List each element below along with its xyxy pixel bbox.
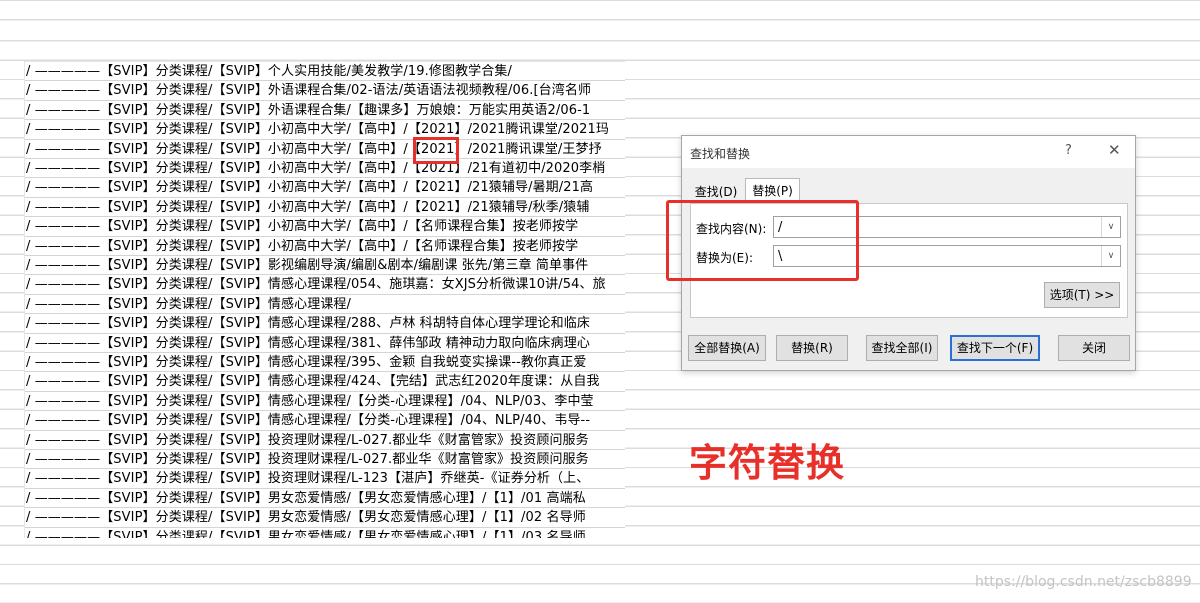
sheet-row[interactable]: / —————【SVIP】分类课程/【SVIP】情感心理课程/288、卢林 科胡… xyxy=(25,314,625,334)
help-icon[interactable]: ? xyxy=(1065,143,1072,158)
sheet-row[interactable]: / —————【SVIP】分类课程/【SVIP】小初高中大学/【高中】/【202… xyxy=(25,120,625,140)
find-next-button[interactable]: 查找下一个(F) xyxy=(950,335,1040,361)
sheet-row[interactable]: / —————【SVIP】分类课程/【SVIP】男女恋爱情感/【男女恋爱情感心理… xyxy=(25,489,625,509)
close-icon[interactable]: ✕ xyxy=(1108,141,1121,159)
sheet-row[interactable]: / —————【SVIP】分类课程/【SVIP】情感心理课程/424、【完结】武… xyxy=(25,372,625,392)
sheet-row[interactable]: / —————【SVIP】分类课程/【SVIP】投资理财课程/L-027.都业华… xyxy=(25,431,625,450)
dialog-title: 查找和替换 xyxy=(690,147,751,161)
sheet-row[interactable]: / —————【SVIP】分类课程/【SVIP】小初高中大学/【高中】/【202… xyxy=(25,198,625,218)
tab-find[interactable]: 查找(D) xyxy=(690,181,742,203)
sheet-row[interactable]: / —————【SVIP】分类课程/【SVIP】小初高中大学/【高中】/【名师课… xyxy=(25,237,625,256)
chevron-down-icon[interactable]: ∨ xyxy=(1101,217,1120,237)
sheet-row[interactable]: / —————【SVIP】分类课程/【SVIP】小初高中大学/【高中】/【202… xyxy=(25,140,625,159)
sheet-row[interactable]: / —————【SVIP】分类课程/【SVIP】情感心理课程/【分类-心理课程】… xyxy=(25,392,625,412)
sheet-row[interactable]: / —————【SVIP】分类课程/【SVIP】男女恋爱情感/【男女恋爱情感心理… xyxy=(25,528,625,538)
sheet-row[interactable]: / —————【SVIP】分类课程/【SVIP】外语课程合集/02-语法/英语语… xyxy=(25,81,625,101)
sheet-row[interactable]: / —————【SVIP】分类课程/【SVIP】情感心理课程/ xyxy=(25,295,625,315)
replace-input[interactable] xyxy=(774,246,1106,266)
spreadsheet[interactable]: / —————【SVIP】分类课程/【SVIP】个人实用技能/美发教学/19.修… xyxy=(24,61,625,538)
replace-all-button[interactable]: 全部替换(A) xyxy=(688,335,766,361)
replace-combobox[interactable]: ∨ xyxy=(773,245,1121,267)
sheet-row[interactable]: / —————【SVIP】分类课程/【SVIP】小初高中大学/【高中】/【202… xyxy=(25,159,625,179)
find-input[interactable] xyxy=(774,217,1106,237)
find-combobox[interactable]: ∨ xyxy=(773,216,1121,238)
sheet-row[interactable]: / —————【SVIP】分类课程/【SVIP】小初高中大学/【高中】/【202… xyxy=(25,178,625,198)
caption: 字符替换 xyxy=(689,441,846,485)
find-all-button[interactable]: 查找全部(I) xyxy=(866,335,938,361)
sheet-row[interactable]: / —————【SVIP】分类课程/【SVIP】情感心理课程/【分类-心理课程】… xyxy=(25,411,625,431)
sheet-row[interactable]: / —————【SVIP】分类课程/【SVIP】影视编剧导演/编剧&剧本/编剧课… xyxy=(25,256,625,276)
replace-label: 替换为(E): xyxy=(696,251,753,265)
replace-button[interactable]: 替换(R) xyxy=(776,335,848,361)
sheet-row[interactable]: / —————【SVIP】分类课程/【SVIP】小初高中大学/【高中】/【名师课… xyxy=(25,217,625,237)
sheet-row[interactable]: / —————【SVIP】分类课程/【SVIP】外语课程合集/【趣课多】万娘娘：… xyxy=(25,101,625,121)
sheet-row[interactable]: / —————【SVIP】分类课程/【SVIP】投资理财课程/L-027.都业华… xyxy=(25,450,625,470)
options-button[interactable]: 选项(T) >> xyxy=(1044,282,1120,308)
find-replace-dialog: 查找和替换 ? ✕ 查找(D) 替换(P) 查找内容(N): ∨ 替换为(E):… xyxy=(681,135,1136,371)
find-label: 查找内容(N): xyxy=(696,222,767,236)
sheet-row[interactable]: / —————【SVIP】分类课程/【SVIP】投资理财课程/L-123【湛庐】… xyxy=(25,469,625,489)
sheet-row[interactable]: / —————【SVIP】分类课程/【SVIP】情感心理课程/395、金颖 自我… xyxy=(25,353,625,373)
sheet-row[interactable]: / —————【SVIP】分类课程/【SVIP】情感心理课程/054、施琪嘉：女… xyxy=(25,275,625,295)
tab-replace[interactable]: 替换(P) xyxy=(745,178,800,204)
chevron-down-icon[interactable]: ∨ xyxy=(1101,246,1120,266)
watermark: https://blog.csdn.net/zscb8899 xyxy=(975,574,1192,590)
sheet-row[interactable]: / —————【SVIP】分类课程/【SVIP】个人实用技能/美发教学/19.修… xyxy=(25,62,625,82)
sheet-row[interactable]: / —————【SVIP】分类课程/【SVIP】男女恋爱情感/【男女恋爱情感心理… xyxy=(25,508,625,528)
close-button[interactable]: 关闭 xyxy=(1058,335,1130,361)
sheet-row[interactable]: / —————【SVIP】分类课程/【SVIP】情感心理课程/381、薛伟邹政 … xyxy=(25,334,625,353)
dialog-titlebar: 查找和替换 ? ✕ xyxy=(682,136,1135,168)
